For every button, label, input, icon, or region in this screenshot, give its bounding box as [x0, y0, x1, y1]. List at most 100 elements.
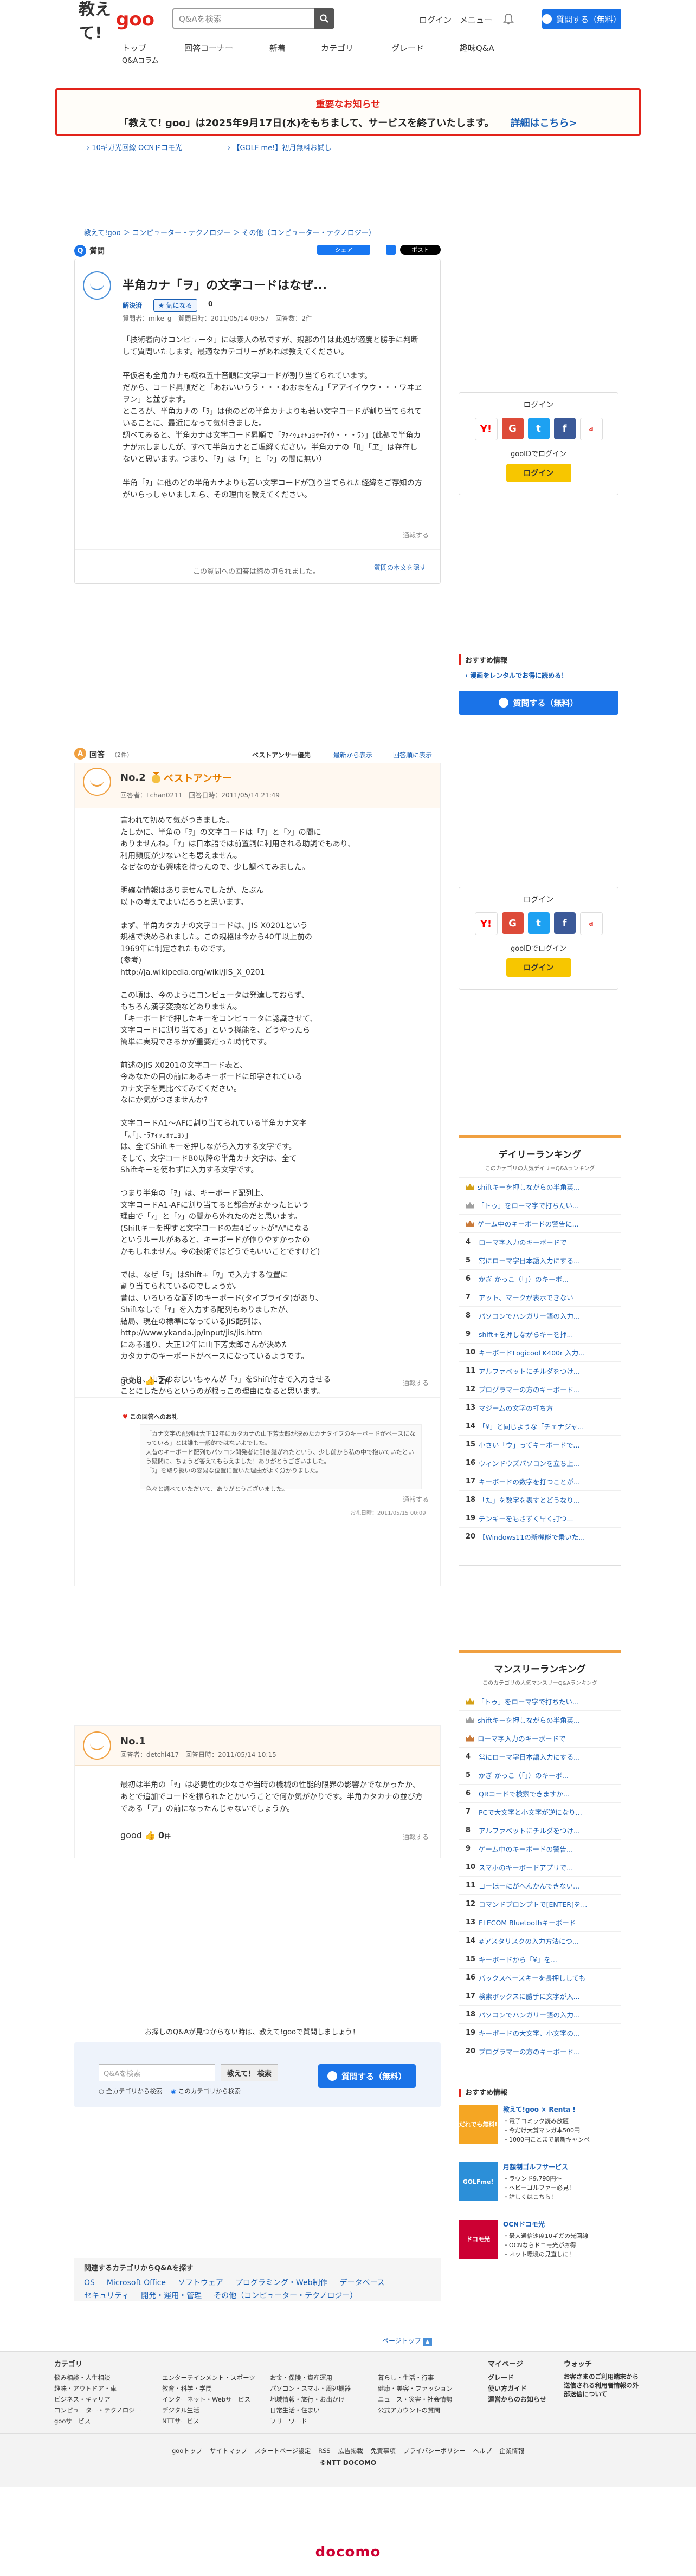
side-ad-item[interactable]: ドコモ光 OCNドコモ光 ・最大通信速度10ギガの光回線 ・OCNならドコモ光がお得・…: [459, 2220, 621, 2269]
related-category-link[interactable]: プログラミング・Web制作: [235, 2276, 328, 2289]
footer-category-link[interactable]: お金・保険・資産運用: [270, 2372, 365, 2383]
thanks-report-link[interactable]: 通報する: [403, 1495, 429, 1504]
x-post-button[interactable]: ポスト: [400, 245, 441, 255]
ranking-item[interactable]: 20 プログラマーの方のキーボード...: [459, 2042, 621, 2060]
ranking-item[interactable]: 11 アルファベットにチルダをつけ...: [459, 1361, 621, 1380]
radio-this-category[interactable]: ◉ このカテゴリから検索: [171, 2087, 241, 2095]
footer-category-link[interactable]: 趣味・アウトドア・車: [54, 2383, 149, 2394]
ranking-item[interactable]: 13 マジームの文字の打ち方: [459, 1398, 621, 1417]
nav-grade[interactable]: グレード: [391, 42, 424, 54]
sort-newest[interactable]: 最新から表示: [333, 750, 372, 760]
ranking-item[interactable]: 10 スマホのキーボードアプリで...: [459, 1858, 621, 1876]
nav-hobby-qa[interactable]: 趣味Q&A: [460, 42, 494, 54]
ranking-item[interactable]: 「トゥ」をローマ字で打ちたい...: [459, 1692, 621, 1710]
footer-bottom-link[interactable]: 免責事項: [371, 2447, 396, 2455]
footer-category-link[interactable]: 日常生活・住まい: [270, 2405, 365, 2416]
answerer-avatar[interactable]: [83, 1731, 111, 1760]
ranking-item[interactable]: 9 ゲーム中のキーボードの警告...: [459, 1839, 621, 1858]
footer-bottom-link[interactable]: スタートページ設定: [255, 2447, 311, 2455]
footer-category-link[interactable]: ビジネス・キャリア: [54, 2394, 149, 2405]
radio-all-categories[interactable]: ○ 全カテゴリから検索: [99, 2087, 162, 2095]
ranking-item[interactable]: shiftキーを押しながらの半角英...: [459, 1710, 621, 1729]
related-category-link[interactable]: OS: [84, 2276, 95, 2289]
footer-category-link[interactable]: コンピューター・テクノロジー: [54, 2405, 149, 2416]
header-menu-link[interactable]: メニュー: [460, 14, 492, 25]
ranking-item[interactable]: 10 キーボードLogicool K400r 入力...: [459, 1343, 621, 1361]
footer-category-link[interactable]: 公式アカウントの質問: [378, 2405, 473, 2416]
docomo-logo[interactable]: docomo: [0, 2544, 696, 2560]
good-button[interactable]: good 👍 2件: [120, 1375, 171, 1386]
ranking-item[interactable]: 8 アルファベットにチルダをつけ...: [459, 1821, 621, 1839]
questioner-avatar[interactable]: [83, 271, 111, 300]
ranking-item[interactable]: ローマ字入力のキーボードで: [459, 1729, 621, 1747]
side-ad-item[interactable]: だれでも無料! 教えて!goo × Renta ! ・電子コミック読み放題 ・今だけ大…: [459, 2105, 621, 2155]
ranking-item[interactable]: 17 キーボードの数字を打つことが...: [459, 1472, 621, 1490]
ranking-item[interactable]: 5 常にローマ字日本語入力にする...: [459, 1251, 621, 1269]
ranking-item[interactable]: 16 ウィンドウズパソコンを立ち上...: [459, 1454, 621, 1472]
sort-answer-order[interactable]: 回答順に表示: [393, 750, 432, 760]
footer-bottom-link[interactable]: プライバシーポリシー: [403, 2447, 466, 2455]
same-question-button[interactable]: ★ 気になる: [153, 299, 197, 312]
bottom-ask-button[interactable]: 質問する（無料）: [318, 2064, 416, 2088]
footer-category-link[interactable]: 地域情報・旅行・お出かけ: [270, 2394, 365, 2405]
twitter-login-icon[interactable]: t: [527, 912, 550, 934]
sort-best-first[interactable]: ベストアンサー優先: [252, 750, 311, 760]
ranking-item[interactable]: 12 プログラマーの方のキーボード...: [459, 1380, 621, 1398]
side-ad-item[interactable]: GOLFme! 月額制ゴルフサービス ・ラウンド9,798円〜 ・ヘビーゴルファー必見…: [459, 2162, 621, 2212]
twitter-login-icon[interactable]: t: [527, 418, 550, 439]
ranking-item[interactable]: 7 アット、マークが表示できない: [459, 1288, 621, 1306]
ranking-item[interactable]: 11 ヨーほーにがへんかんできない...: [459, 1876, 621, 1894]
footer-category-link[interactable]: 健康・美容・ファッション: [378, 2383, 473, 2394]
footer-category-link[interactable]: フリーワード: [270, 2416, 365, 2426]
footer-category-link[interactable]: 悩み相談・人生相談: [54, 2372, 149, 2383]
promo-link-golf[interactable]: › 【GOLF me!】初月無料お試し: [228, 142, 331, 152]
ranking-item[interactable]: 13 ELECOM Bluetoothキーボード: [459, 1913, 621, 1931]
ranking-item[interactable]: 17 検索ボックスに勝手に文字が入...: [459, 1987, 621, 2005]
footer-category-link[interactable]: エンターテインメント・スポーツ: [162, 2372, 257, 2383]
nav-answer-corner[interactable]: 回答コーナー: [184, 42, 233, 54]
answer-report-link[interactable]: 通報する: [403, 1832, 429, 1841]
yahoo-login-icon[interactable]: Y!: [474, 418, 498, 440]
ranking-item[interactable]: 14 #アスタリスクの入力方法につ...: [459, 1931, 621, 1950]
hide-question-body-link[interactable]: 質問の本文を隠す: [374, 563, 426, 572]
footer-mypage-link[interactable]: 使い方ガイド: [488, 2383, 546, 2394]
side-ask-button[interactable]: 質問する（無料）: [459, 691, 618, 715]
bottom-search-input[interactable]: Q&Aを検索: [99, 2064, 215, 2081]
related-category-link[interactable]: ソフトウェア: [178, 2276, 223, 2289]
related-category-link[interactable]: セキュリティ: [84, 2289, 129, 2302]
ranking-item[interactable]: 20 【Windows11の新機能で乗いた...: [459, 1527, 621, 1546]
ranking-item[interactable]: 15 小さい「ウ」ってキーボードで...: [459, 1435, 621, 1454]
breadcrumb[interactable]: 教えて!goo ＞ コンピューター・テクノロジー ＞ その他（コンピューター・テ…: [84, 227, 376, 237]
footer-bottom-link[interactable]: サイトマップ: [210, 2447, 247, 2455]
answerer-avatar[interactable]: [83, 768, 111, 796]
yahoo-login-icon[interactable]: Y!: [474, 912, 498, 935]
login-button[interactable]: ログイン: [506, 958, 571, 977]
ranking-item[interactable]: 「トゥ」をローマ字で打ちたい...: [459, 1196, 621, 1214]
ranking-item[interactable]: shiftキーを押しながらの半角英...: [459, 1177, 621, 1196]
footer-category-link[interactable]: 教育・科学・学問: [162, 2383, 257, 2394]
good-button[interactable]: good 👍 0件: [120, 1830, 171, 1840]
header-search-input[interactable]: Q&Aを検索: [172, 8, 321, 29]
bottom-search-button[interactable]: 教えて！ 検索: [221, 2064, 278, 2081]
ranking-item[interactable]: 6 かぎ かっこ（「」）のキーボ...: [459, 1269, 621, 1288]
facebook-login-icon[interactable]: f: [553, 912, 576, 934]
footer-category-link[interactable]: NTTサービス: [162, 2416, 257, 2426]
related-category-link[interactable]: データベース: [339, 2276, 384, 2289]
header-search-button[interactable]: [314, 8, 334, 29]
footer-bottom-link[interactable]: 企業情報: [499, 2447, 524, 2455]
answer-report-link[interactable]: 通報する: [403, 1378, 429, 1387]
ranking-item[interactable]: 18 「た」を数字を表すとどうなり...: [459, 1490, 621, 1509]
header-login-link[interactable]: ログイン: [419, 14, 452, 25]
footer-category-link[interactable]: 暮らし・生活・行事: [378, 2372, 473, 2383]
ranking-item[interactable]: 15 キーボードから「¥」を...: [459, 1950, 621, 1968]
header-ask-button[interactable]: 質問する（無料）: [542, 9, 621, 29]
facebook-login-icon[interactable]: f: [553, 418, 576, 439]
ranking-item[interactable]: 18 パソコンでハンガリー語の入力...: [459, 2005, 621, 2023]
question-report-link[interactable]: 通報する: [403, 530, 429, 540]
login-button[interactable]: ログイン: [506, 464, 571, 482]
ranking-item[interactable]: 5 かぎ かっこ（「」）のキーボ...: [459, 1766, 621, 1784]
ranking-item[interactable]: 16 バックスペースキーを長押ししても: [459, 1968, 621, 1987]
docomo-login-icon[interactable]: d: [579, 912, 603, 935]
footer-category-link[interactable]: gooサービス: [54, 2416, 149, 2426]
ranking-item[interactable]: 12 コマンドプロンプトで[ENTER]を...: [459, 1894, 621, 1913]
